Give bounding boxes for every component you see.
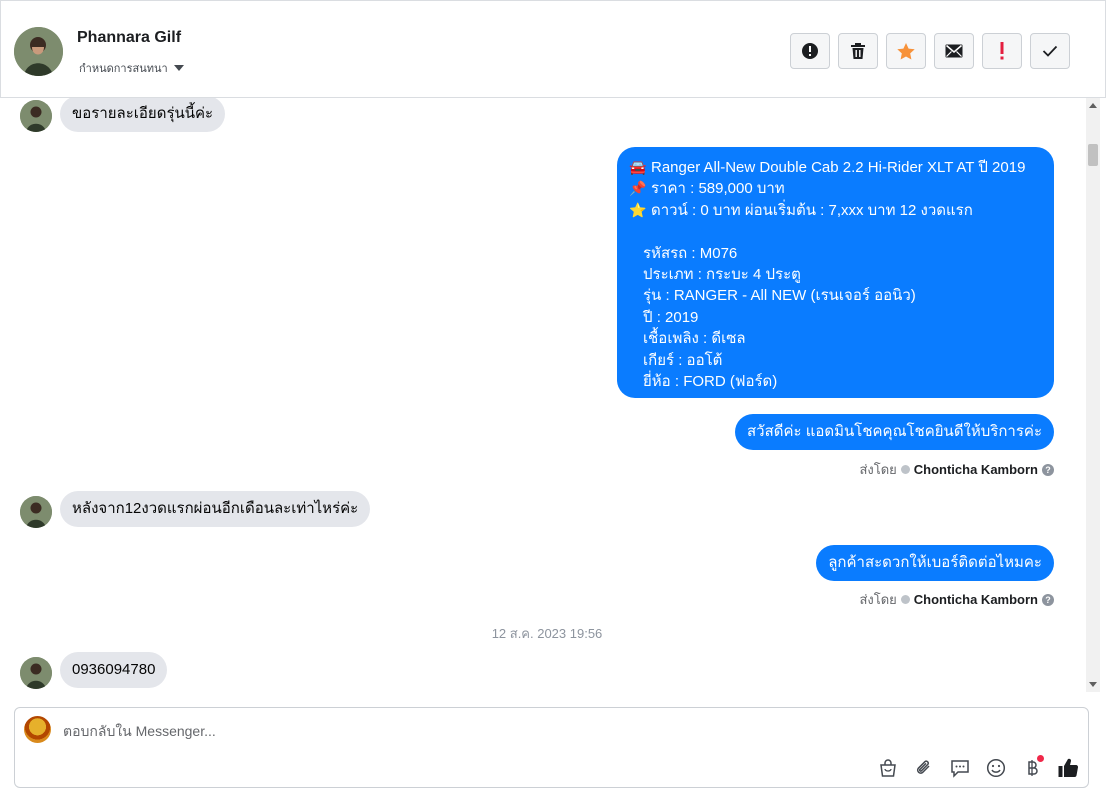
thumbs-up-icon[interactable] <box>1056 756 1080 780</box>
baht-icon[interactable] <box>1020 755 1044 780</box>
message-outgoing-car-info[interactable]: 🚘 Ranger All-New Double Cab 2.2 Hi-Rider… <box>617 147 1054 398</box>
sent-by-label: ส่งโดย Chonticha Kamborn ? <box>859 459 1054 480</box>
done-button[interactable] <box>1030 33 1070 69</box>
follow-up-button[interactable] <box>982 33 1022 69</box>
conversation-toolbar <box>790 33 1070 69</box>
car-detail-line: เชื้อเพลิง : ดีเซล <box>643 330 746 348</box>
car-icon: 🚘 <box>629 159 647 175</box>
car-down-payment-line: ⭐ ดาวน์ : 0 บาท ผ่อนเริ่มต้น : 7,xxx บาท… <box>629 200 1042 221</box>
sent-by-label: ส่งโดย Chonticha Kamborn ? <box>859 589 1054 610</box>
contact-name[interactable]: Phannara Gilf <box>77 29 181 47</box>
contact-avatar-small[interactable] <box>20 100 52 132</box>
car-detail-line: ประเภท : กระบะ 4 ประตู <box>643 266 801 284</box>
composer-tools <box>876 755 1080 780</box>
alert-circle-icon <box>802 43 818 59</box>
page-avatar <box>24 716 51 743</box>
check-icon <box>1042 45 1058 57</box>
message-incoming[interactable]: หลังจาก12งวดแรกผ่อนอีกเดือนละเท่าไหร่ค่ะ <box>60 491 371 527</box>
car-detail-line: รหัสรถ : M076 <box>643 244 738 262</box>
mark-unread-button[interactable] <box>934 33 974 69</box>
thread-scrollbar[interactable] <box>1086 98 1100 692</box>
exclamation-icon <box>1000 42 1004 60</box>
message-incoming[interactable]: ขอรายละเอียดรุ่นนี้ค่ะ <box>60 98 226 132</box>
message-thread[interactable]: ขอรายละเอียดรุ่นนี้ค่ะ 🚘 Ranger All-New … <box>0 98 1086 692</box>
caret-down-icon <box>173 65 184 71</box>
admin-avatar-dot <box>900 595 910 604</box>
help-icon[interactable]: ? <box>1042 463 1054 476</box>
notification-dot <box>1037 755 1044 762</box>
contact-avatar[interactable] <box>14 27 63 76</box>
message-outgoing[interactable]: สวัสดีค่ะ แอดมินโชคคุณโชคยินดีให้บริการค… <box>734 414 1054 450</box>
assign-label: กำหนดการสนทนา <box>79 63 168 75</box>
reply-composer <box>14 707 1089 788</box>
delete-button[interactable] <box>838 33 878 69</box>
trash-icon <box>851 43 865 59</box>
conversation-header: Phannara Gilf กำหนดการสนทนา <box>0 0 1106 98</box>
car-detail-line: ปี : 2019 <box>643 308 699 326</box>
spam-button[interactable] <box>790 33 830 69</box>
star-emoji-icon: ⭐ <box>629 201 647 218</box>
saved-reply-icon[interactable] <box>948 756 972 780</box>
car-detail-line: ยี่ห้อ : FORD (ฟอร์ด) <box>643 373 778 391</box>
star-button[interactable] <box>886 33 926 69</box>
message-outgoing[interactable]: ลูกค้าสะดวกให้เบอร์ติดต่อไหมคะ <box>816 545 1054 581</box>
shopping-bag-icon[interactable] <box>876 756 900 780</box>
scroll-thumb[interactable] <box>1088 144 1098 166</box>
emoji-icon[interactable] <box>984 756 1008 780</box>
reply-input[interactable] <box>63 721 863 741</box>
car-detail-line: รุ่น : RANGER - All NEW (เรนเจอร์ ออนิว) <box>643 287 916 305</box>
assign-conversation-dropdown[interactable]: กำหนดการสนทนา <box>79 59 184 77</box>
car-detail-line: เกียร์ : ออโต้ <box>643 351 723 369</box>
scroll-up-icon[interactable] <box>1089 103 1097 108</box>
star-icon <box>897 42 915 59</box>
message-timestamp: 12 ส.ค. 2023 19:56 <box>491 626 603 641</box>
sender-name[interactable]: Chonticha Kamborn <box>914 592 1038 607</box>
envelope-icon <box>945 44 963 58</box>
scroll-down-icon[interactable] <box>1089 682 1097 687</box>
admin-avatar-dot <box>900 465 910 474</box>
contact-avatar-small[interactable] <box>20 657 52 689</box>
sender-name[interactable]: Chonticha Kamborn <box>914 462 1038 477</box>
car-price-line: 📌 ราคา : 589,000 บาท <box>629 178 1042 199</box>
pushpin-icon: 📌 <box>629 180 647 197</box>
message-incoming[interactable]: 0936094780 <box>60 652 168 688</box>
car-title-line: 🚘 Ranger All-New Double Cab 2.2 Hi-Rider… <box>629 157 1042 178</box>
contact-avatar-small[interactable] <box>20 496 52 528</box>
paperclip-icon[interactable] <box>912 756 936 780</box>
help-icon[interactable]: ? <box>1042 593 1054 606</box>
